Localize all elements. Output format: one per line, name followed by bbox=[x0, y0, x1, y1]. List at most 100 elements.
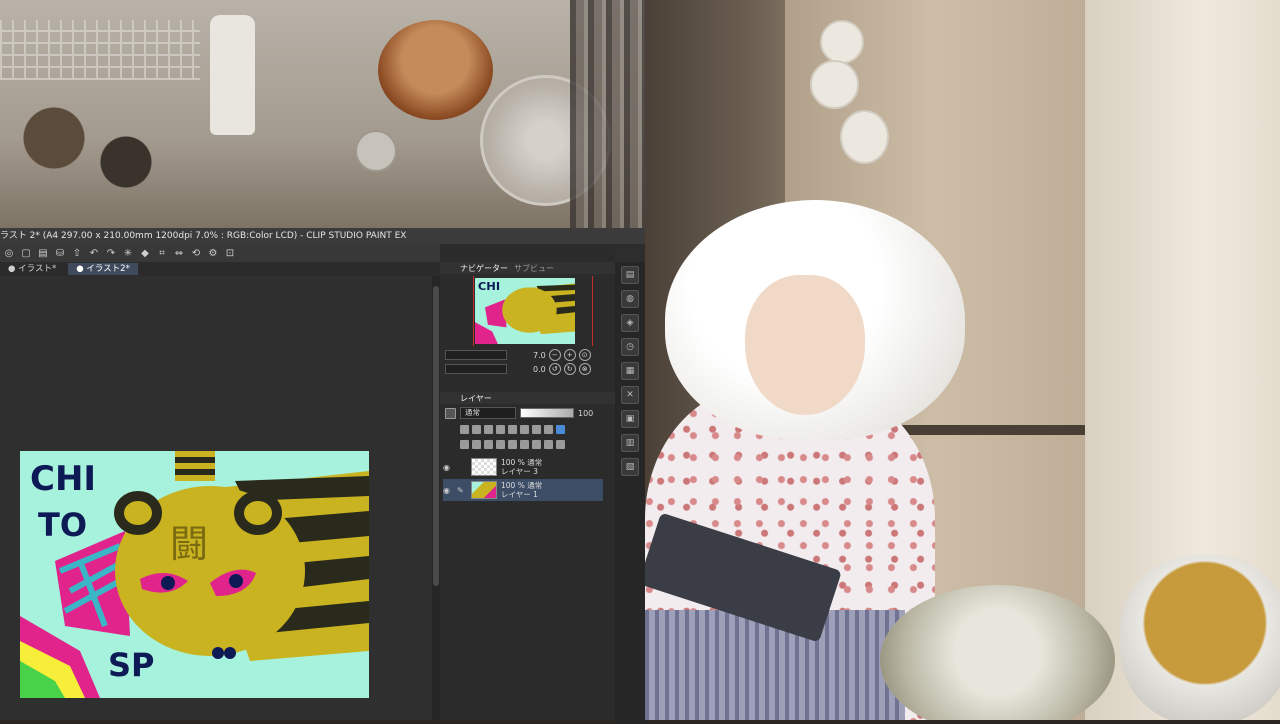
new-canvas-icon[interactable]: ▢ bbox=[19, 246, 33, 260]
new-folder-icon[interactable] bbox=[484, 439, 493, 449]
artwork-text-chi: CHI bbox=[30, 459, 97, 499]
tool-property-icon[interactable]: ▣ bbox=[621, 410, 639, 428]
materials-icon[interactable]: ▦ bbox=[621, 362, 639, 380]
fridge-magnet bbox=[820, 20, 864, 64]
panel-icon[interactable]: ▤ bbox=[621, 266, 639, 284]
canvas-area[interactable]: CHI TO SP 闘 bbox=[0, 276, 432, 720]
rotation-slider[interactable] bbox=[445, 364, 507, 374]
wire-shelf bbox=[0, 20, 200, 80]
shelf-items bbox=[0, 90, 180, 210]
flip-icon[interactable]: ⇔ bbox=[172, 246, 186, 260]
palette-dock: ▤ ◍ ◈ ◷ ▦ ✕ ▣ ▥ ▧ bbox=[615, 262, 645, 724]
blend-mode-select[interactable]: 通常 bbox=[460, 407, 516, 419]
tab-layer[interactable]: レイヤー bbox=[460, 393, 492, 404]
tab-illust-2[interactable]: ● イラスト2* bbox=[68, 263, 138, 275]
layer-name: レイヤー 1 bbox=[501, 490, 538, 499]
trash-icon[interactable] bbox=[556, 439, 565, 449]
color-layer-icon[interactable] bbox=[556, 424, 565, 434]
spray-bottle bbox=[210, 15, 255, 135]
tab-navigator[interactable]: ナビゲーター bbox=[460, 263, 508, 274]
palette-icon[interactable] bbox=[544, 424, 553, 434]
navigator-tabs: ナビゲーター サブビュー bbox=[440, 262, 635, 274]
open-icon[interactable]: ▤ bbox=[36, 246, 50, 260]
clip-studio-window: ラスト 2* (A4 297.00 x 210.00mm 1200dpi 7.0… bbox=[0, 228, 645, 724]
scrollbar-thumb[interactable] bbox=[433, 286, 439, 586]
transfer-icon[interactable] bbox=[508, 439, 517, 449]
navigator-thumbnail: CHI bbox=[475, 278, 575, 344]
sub-tool-icon[interactable]: ▥ bbox=[621, 434, 639, 452]
eye-icon[interactable]: ◉ bbox=[443, 486, 453, 495]
merge-icon[interactable] bbox=[496, 439, 505, 449]
rotation-value: 0.0 bbox=[533, 364, 546, 374]
hanging-utensils bbox=[570, 0, 645, 230]
upload-icon[interactable]: ⇧ bbox=[70, 246, 84, 260]
apply-mask-icon[interactable] bbox=[544, 439, 553, 449]
reset-rotation-icon[interactable]: ⊗ bbox=[578, 363, 591, 375]
mask-add-icon[interactable] bbox=[532, 439, 541, 449]
pen-edit-icon: ✎ bbox=[457, 485, 464, 495]
layer-opacity-mode: 100 % 通常 bbox=[501, 458, 543, 467]
fridge-magnet bbox=[840, 110, 889, 164]
layers-icon[interactable]: ◈ bbox=[621, 314, 639, 332]
zoom-out-icon[interactable]: − bbox=[548, 349, 561, 361]
fill-icon[interactable]: ◆ bbox=[138, 246, 152, 260]
person-face bbox=[745, 275, 865, 415]
layer-tools-row-1 bbox=[460, 422, 610, 436]
artwork-text-sp: SP bbox=[108, 646, 155, 684]
mask-icon[interactable] bbox=[520, 424, 529, 434]
crop-icon[interactable]: ⌗ bbox=[155, 246, 169, 260]
transform-icon[interactable]: ✳ bbox=[121, 246, 135, 260]
save-icon[interactable]: ⛁ bbox=[53, 246, 67, 260]
camera-person-view bbox=[645, 0, 1280, 720]
right-panel: ナビゲーター サブビュー CHI 7.0 − + ⊙ 0.0 ↺ ↻ ⊗ レイヤ… bbox=[440, 244, 635, 720]
combine-icon[interactable] bbox=[520, 439, 529, 449]
tab-illust-1[interactable]: ● イラスト* bbox=[0, 263, 64, 275]
rotate-left-icon[interactable]: ↺ bbox=[548, 363, 561, 375]
rotation-row: 0.0 ↺ ↻ ⊗ bbox=[445, 363, 610, 375]
soup-pot bbox=[1120, 555, 1280, 720]
camera-background-kitchen bbox=[0, 0, 645, 230]
wall-fixture bbox=[355, 130, 397, 172]
opacity-value[interactable]: 100 bbox=[578, 409, 593, 418]
layer-color-icon[interactable] bbox=[445, 407, 456, 419]
window-title: ラスト 2* (A4 297.00 x 210.00mm 1200dpi 7.0… bbox=[0, 228, 645, 244]
opacity-slider[interactable] bbox=[520, 408, 574, 418]
layer-panel-header: レイヤー bbox=[440, 392, 635, 404]
ruler-icon[interactable] bbox=[532, 424, 541, 434]
fit-icon[interactable]: ⊙ bbox=[578, 349, 591, 361]
layer-row-3[interactable]: ◉ 100 % 通常 レイヤー 3 bbox=[443, 456, 603, 478]
lock-icon[interactable] bbox=[496, 424, 505, 434]
rotate-right-icon[interactable]: ↻ bbox=[563, 363, 576, 375]
redo-icon[interactable]: ↷ bbox=[104, 246, 118, 260]
artwork-canvas[interactable]: CHI TO SP 闘 bbox=[20, 451, 369, 698]
canvas-tabs: ● イラスト* ● イラスト2* bbox=[0, 262, 440, 276]
draft-icon[interactable] bbox=[484, 424, 493, 434]
clip-icon[interactable] bbox=[460, 424, 469, 434]
lock-transparency-icon[interactable] bbox=[508, 424, 517, 434]
new-raster-layer-icon[interactable] bbox=[460, 439, 469, 449]
fridge-magnet bbox=[810, 60, 859, 109]
layer-thumbnail bbox=[471, 481, 497, 499]
undo-icon[interactable]: ↶ bbox=[87, 246, 101, 260]
zoom-in-icon[interactable]: + bbox=[563, 349, 576, 361]
rotate-icon[interactable]: ⟲ bbox=[189, 246, 203, 260]
brush-size-icon[interactable]: ▧ bbox=[621, 458, 639, 476]
eye-icon[interactable]: ◉ bbox=[443, 463, 453, 472]
canvas-scrollbar[interactable] bbox=[432, 276, 440, 720]
new-file-icon[interactable]: ◎ bbox=[2, 246, 16, 260]
zoom-slider[interactable] bbox=[445, 350, 507, 360]
tab-subview[interactable]: サブビュー bbox=[514, 263, 554, 274]
close-panel-icon[interactable]: ✕ bbox=[621, 386, 639, 404]
history-icon[interactable]: ◷ bbox=[621, 338, 639, 356]
layer-row-1[interactable]: ◉ ✎ 100 % 通常 レイヤー 1 bbox=[443, 479, 603, 501]
svg-text:CHI: CHI bbox=[478, 280, 500, 293]
navigator-preview[interactable]: CHI bbox=[475, 278, 575, 344]
new-vector-layer-icon[interactable] bbox=[472, 439, 481, 449]
artwork-glyph: 闘 bbox=[170, 522, 209, 566]
reference-icon[interactable]: ⊡ bbox=[223, 246, 237, 260]
reference-layer-icon[interactable] bbox=[472, 424, 481, 434]
artwork-text-to: TO bbox=[38, 506, 88, 544]
zoom-value: 7.0 bbox=[533, 350, 546, 360]
color-wheel-icon[interactable]: ◍ bbox=[621, 290, 639, 308]
settings-icon[interactable]: ⚙ bbox=[206, 246, 220, 260]
